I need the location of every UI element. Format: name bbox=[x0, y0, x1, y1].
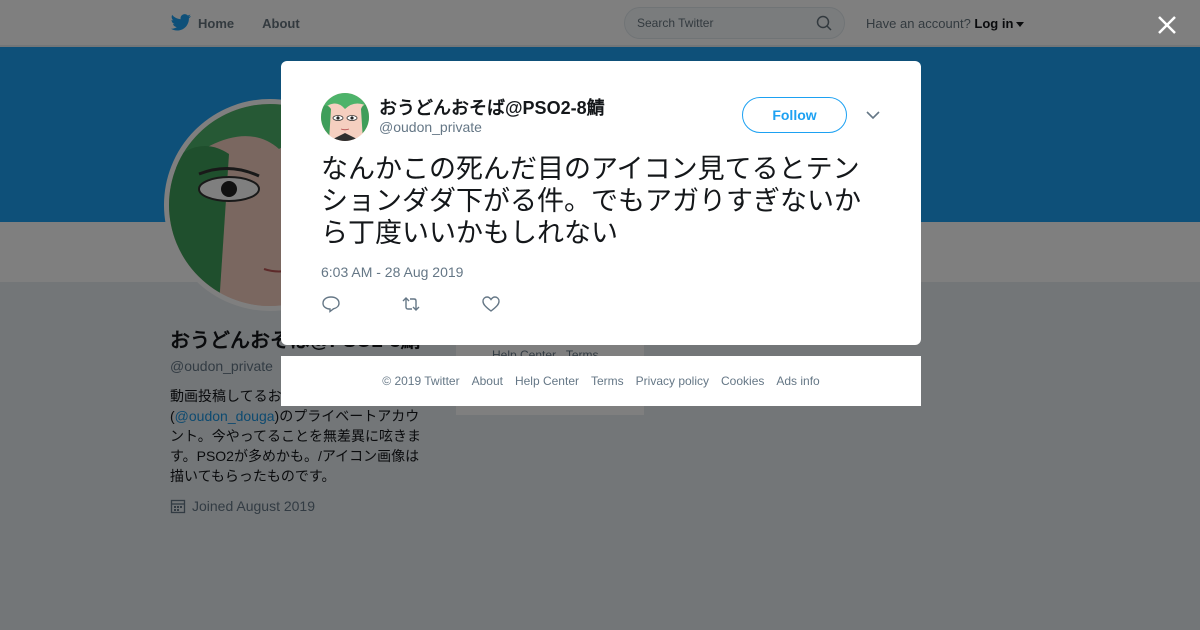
footer-help-center-link[interactable]: Help Center bbox=[515, 374, 579, 388]
close-icon[interactable] bbox=[1156, 14, 1178, 36]
tweet-text: なんかこの死んだ目のアイコン見てるとテンションダダ下がる件。でもアガりすぎないか… bbox=[321, 154, 861, 248]
footer-ads-info-link[interactable]: Ads info bbox=[776, 374, 819, 388]
like-button[interactable] bbox=[481, 295, 561, 315]
chevron-down-icon[interactable] bbox=[865, 109, 881, 121]
retweet-button[interactable] bbox=[401, 295, 481, 315]
footer-cookies-link[interactable]: Cookies bbox=[721, 374, 764, 388]
modal-footer: © 2019 Twitter About Help Center Terms P… bbox=[281, 356, 921, 406]
footer-copyright: © 2019 Twitter bbox=[382, 374, 460, 388]
footer-terms-link[interactable]: Terms bbox=[591, 374, 624, 388]
heart-icon bbox=[482, 296, 500, 312]
avatar-thumbnail bbox=[321, 93, 369, 141]
footer-privacy-link[interactable]: Privacy policy bbox=[636, 374, 709, 388]
reply-button[interactable] bbox=[321, 295, 401, 315]
tweet-author-avatar[interactable] bbox=[321, 93, 369, 141]
footer-about-link[interactable]: About bbox=[472, 374, 503, 388]
tweet-author-handle[interactable]: @oudon_private bbox=[379, 119, 482, 135]
follow-button[interactable]: Follow bbox=[742, 97, 847, 133]
reply-icon bbox=[322, 296, 340, 313]
tweet-timestamp[interactable]: 6:03 AM - 28 Aug 2019 bbox=[321, 264, 463, 280]
tweet-actions bbox=[321, 295, 561, 315]
tweet-author-name[interactable]: おうどんおそば@PSO2-8鯖 bbox=[379, 94, 605, 120]
tweet-modal: おうどんおそば@PSO2-8鯖 @oudon_private Follow なん… bbox=[281, 61, 921, 345]
retweet-icon bbox=[402, 297, 420, 311]
